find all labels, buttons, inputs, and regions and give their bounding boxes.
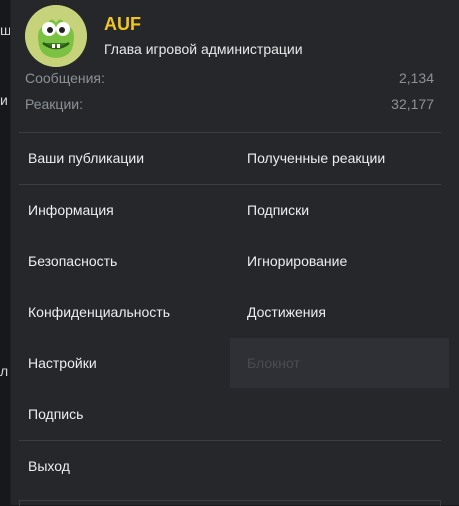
frog-avatar-icon[interactable] <box>25 5 87 67</box>
menu-item-logout[interactable]: Выход <box>11 441 230 491</box>
stat-messages-label: Сообщения: <box>25 70 105 86</box>
user-title: Глава игровой администрации <box>104 41 303 57</box>
account-header: AUF Глава игровой администрации Сообщени… <box>11 0 459 132</box>
menu-item-reactions-received[interactable]: Полученные реакции <box>230 133 449 183</box>
menu-item-security[interactable]: Безопасность <box>11 236 230 286</box>
menu-item-privacy[interactable]: Конфиденциальность <box>11 287 230 337</box>
menu-item-subscriptions[interactable]: Подписки <box>230 185 449 235</box>
menu-item-ignoring[interactable]: Игнорирование <box>230 236 449 286</box>
menu-item-publications[interactable]: Ваши публикации <box>11 133 230 183</box>
menu-item-info[interactable]: Информация <box>11 185 230 235</box>
background-text-fragment: л <box>0 363 9 379</box>
status-input-edge[interactable] <box>19 500 441 506</box>
account-menu-panel: AUF Глава игровой администрации Сообщени… <box>10 0 459 506</box>
menu-item-settings[interactable]: Настройки <box>11 338 230 388</box>
stat-messages-value[interactable]: 2,134 <box>399 70 434 86</box>
username[interactable]: AUF <box>104 14 141 35</box>
menu-item-notepad: Блокнот <box>230 338 449 388</box>
menu-item-achievements[interactable]: Достижения <box>230 287 449 337</box>
menu-item-signature[interactable]: Подпись <box>11 389 230 439</box>
background-text-fragment: и <box>0 92 8 108</box>
stat-reactions-label: Реакции: <box>25 96 83 112</box>
stat-reactions-value[interactable]: 32,177 <box>391 96 434 112</box>
